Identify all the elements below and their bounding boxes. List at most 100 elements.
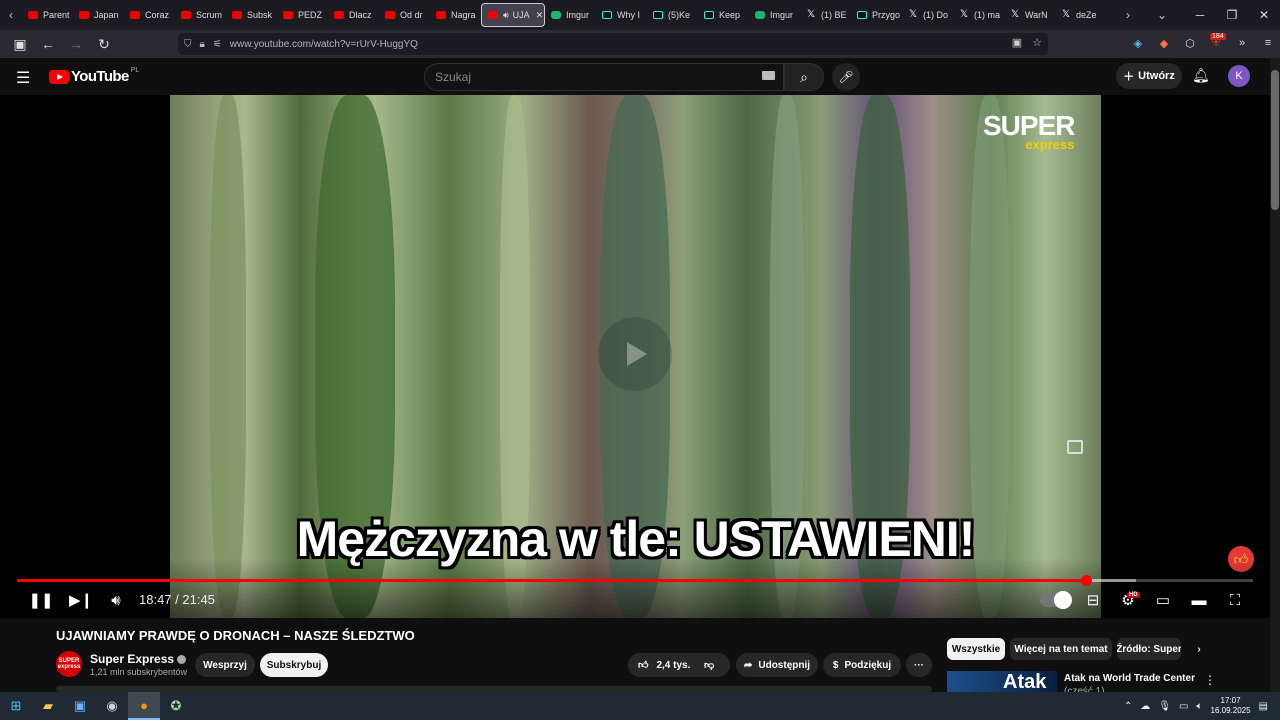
related-more-vert-icon[interactable]: ⋮ xyxy=(1204,673,1216,687)
fullscreen-icon[interactable]: ⛶ xyxy=(1224,589,1246,611)
subscribe-button[interactable]: Subskrybuj xyxy=(260,653,328,677)
browser-tab[interactable]: 🔊︎ UJA ✕ xyxy=(481,3,545,27)
microphone-tray-icon[interactable]: 🎙︎ xyxy=(1158,701,1171,712)
browser-tab[interactable]: 𝕏 (1) ma xyxy=(953,3,1004,27)
browser-tab[interactable]: (5)Ke xyxy=(647,3,698,27)
tab-list-chevron-icon[interactable]: ⌄ xyxy=(1151,0,1173,30)
url-text[interactable]: www.youtube.com/watch?v=rUrV-HuggYQ xyxy=(230,39,418,50)
miniplayer-icon[interactable]: ▭ xyxy=(1152,589,1174,611)
filter-chip-all[interactable]: Wszystkie xyxy=(947,638,1005,660)
close-tab-icon[interactable]: ✕ xyxy=(536,10,544,21)
browser-tab[interactable]: Coraz xyxy=(124,3,175,27)
thumb-down-icon[interactable]: 👎︎ xyxy=(704,659,714,671)
start-windows-icon[interactable]: ⊞ xyxy=(0,692,32,720)
browser-tab[interactable]: Scrum xyxy=(175,3,226,27)
progress-bar[interactable] xyxy=(17,575,1253,586)
create-button[interactable]: ＋ Utwórz xyxy=(1116,63,1182,89)
browser-tab[interactable]: Subsk xyxy=(226,3,277,27)
account-avatar[interactable]: K xyxy=(1228,65,1250,87)
remote-desktop-icon[interactable]: ▣ xyxy=(64,692,96,720)
browser-tab[interactable]: 𝕏deZe xyxy=(1055,3,1106,27)
channel-name[interactable]: Super Express xyxy=(90,652,187,666)
app-icon[interactable]: ✪ xyxy=(160,692,192,720)
forward-icon[interactable]: → xyxy=(64,32,88,56)
lock-icon[interactable]: 🔒︎ xyxy=(200,39,205,50)
browser-tab[interactable]: Przygo xyxy=(851,3,902,27)
browser-tab[interactable]: Imgur xyxy=(749,3,800,27)
center-play-icon[interactable] xyxy=(598,317,672,391)
chips-next-chevron-icon[interactable]: › xyxy=(1188,638,1210,660)
restore-icon[interactable]: ❐ xyxy=(1216,0,1248,30)
notifications-center-icon[interactable]: ▤ xyxy=(1259,701,1268,712)
page-scrollbar[interactable] xyxy=(1270,58,1280,692)
app-menu-icon[interactable]: ≡ xyxy=(1260,33,1276,53)
browser-tab[interactable]: Od dr xyxy=(379,3,430,27)
theater-mode-icon[interactable]: ▬ xyxy=(1188,589,1210,611)
support-button[interactable]: Wesprzyj xyxy=(195,653,255,677)
scrollbar-thumb[interactable] xyxy=(1271,70,1279,210)
subtitles-icon[interactable]: ⊟ xyxy=(1082,589,1104,611)
play-pause-icon[interactable]: ❚❚ xyxy=(28,589,53,611)
fox-extension-icon[interactable]: ◆ xyxy=(1156,33,1172,53)
thanks-button[interactable]: $ Podziękuj xyxy=(823,653,901,677)
notifications-bell-icon[interactable]: 🔔︎ xyxy=(1192,67,1210,84)
privacy-extension-icon[interactable]: ◈ xyxy=(1130,33,1146,53)
search-input[interactable]: Szukaj xyxy=(424,63,784,91)
browser-tab[interactable]: Why I xyxy=(596,3,647,27)
miniplayer-hover-icon[interactable] xyxy=(1067,440,1083,454)
related-video-title[interactable]: Atak na World Trade Center xyxy=(1064,673,1195,684)
firefox-icon[interactable]: ● xyxy=(128,692,160,720)
minimize-icon[interactable]: ─ xyxy=(1184,0,1216,30)
channel-name-text[interactable]: Super Express xyxy=(90,652,174,666)
like-button[interactable]: 👍︎ 2,4 tys. 👎︎ xyxy=(628,653,730,677)
sidebar-toggle-icon[interactable]: ▣ xyxy=(8,32,32,56)
onedrive-cloud-icon[interactable]: ☁ xyxy=(1140,701,1150,712)
tab-scroll-right-icon[interactable]: › xyxy=(1117,0,1139,30)
extensions-puzzle-icon[interactable]: ⬡ xyxy=(1182,33,1198,53)
search-button[interactable]: ⌕ xyxy=(784,63,824,91)
browser-tab[interactable]: Keep xyxy=(698,3,749,27)
address-bar[interactable]: ⛉ 🔒︎ ⚟ www.youtube.com/watch?v=rUrV-Hugg… xyxy=(178,33,1048,55)
tray-overflow-chevron-icon[interactable]: ⌃ xyxy=(1124,701,1132,712)
keyboard-icon[interactable] xyxy=(762,71,775,80)
browser-tab[interactable]: PEDZ xyxy=(277,3,328,27)
tiktok-icon xyxy=(602,11,612,19)
permissions-icon[interactable]: ⚟ xyxy=(213,39,222,50)
speaker-tray-icon[interactable]: 🔈︎ xyxy=(1197,701,1203,712)
guide-menu-icon[interactable]: ☰ xyxy=(16,68,30,88)
steam-icon[interactable]: ◉ xyxy=(96,692,128,720)
shield-icon[interactable]: ⛉ xyxy=(184,39,192,50)
filter-chip-source[interactable]: Źródło: Super xyxy=(1117,638,1181,660)
browser-tab[interactable]: Parent xyxy=(22,3,73,27)
video-player[interactable]: SUPER express Mężczyzna w tle: USTAWIENI… xyxy=(0,95,1270,618)
more-actions-button[interactable]: ··· xyxy=(906,653,932,677)
related-video-thumbnail[interactable]: Atak xyxy=(947,671,1057,692)
browser-tab[interactable]: 𝕏 (1) Do xyxy=(902,3,953,27)
file-explorer-icon[interactable]: ▰ xyxy=(32,692,64,720)
share-button[interactable]: ➦ Udostępnij xyxy=(736,653,818,677)
clock[interactable]: 17:07 16.09.2025 xyxy=(1211,696,1251,716)
browser-tab[interactable]: Japan xyxy=(73,3,124,27)
youtube-logo[interactable]: YouTube PL xyxy=(49,67,139,85)
voice-search-mic-icon[interactable]: 🎤︎ xyxy=(832,63,860,91)
back-icon[interactable]: ← xyxy=(36,32,60,56)
speaker-icon[interactable]: 🔊︎ xyxy=(503,10,509,21)
browser-tab[interactable]: Dlacz xyxy=(328,3,379,27)
network-icon[interactable]: ▭ xyxy=(1179,701,1188,712)
overflow-chevron-icon[interactable]: » xyxy=(1234,33,1250,53)
picture-in-picture-url-icon[interactable]: ▣ xyxy=(1012,36,1022,49)
browser-tab[interactable]: 𝕏 (1) BE xyxy=(800,3,851,27)
autoplay-toggle[interactable] xyxy=(1040,591,1072,609)
youtube-icon xyxy=(488,11,498,19)
filter-chip-related[interactable]: Więcej na ten temat xyxy=(1010,638,1112,660)
reload-icon[interactable]: ↻ xyxy=(92,32,116,56)
browser-tab[interactable]: 𝕏 WarN xyxy=(1004,3,1055,27)
browser-tab[interactable]: Imgur xyxy=(545,3,596,27)
bookmark-star-icon[interactable]: ☆ xyxy=(1032,36,1042,49)
next-video-icon[interactable]: ▶❙ xyxy=(69,589,93,611)
tab-scroll-left-icon[interactable]: ‹ xyxy=(0,0,22,30)
browser-tab[interactable]: Nagra xyxy=(430,3,481,27)
volume-icon[interactable]: 🔊︎ xyxy=(105,589,127,611)
channel-avatar[interactable]: SUPER express xyxy=(56,651,82,677)
close-window-icon[interactable]: ✕ xyxy=(1248,0,1280,30)
